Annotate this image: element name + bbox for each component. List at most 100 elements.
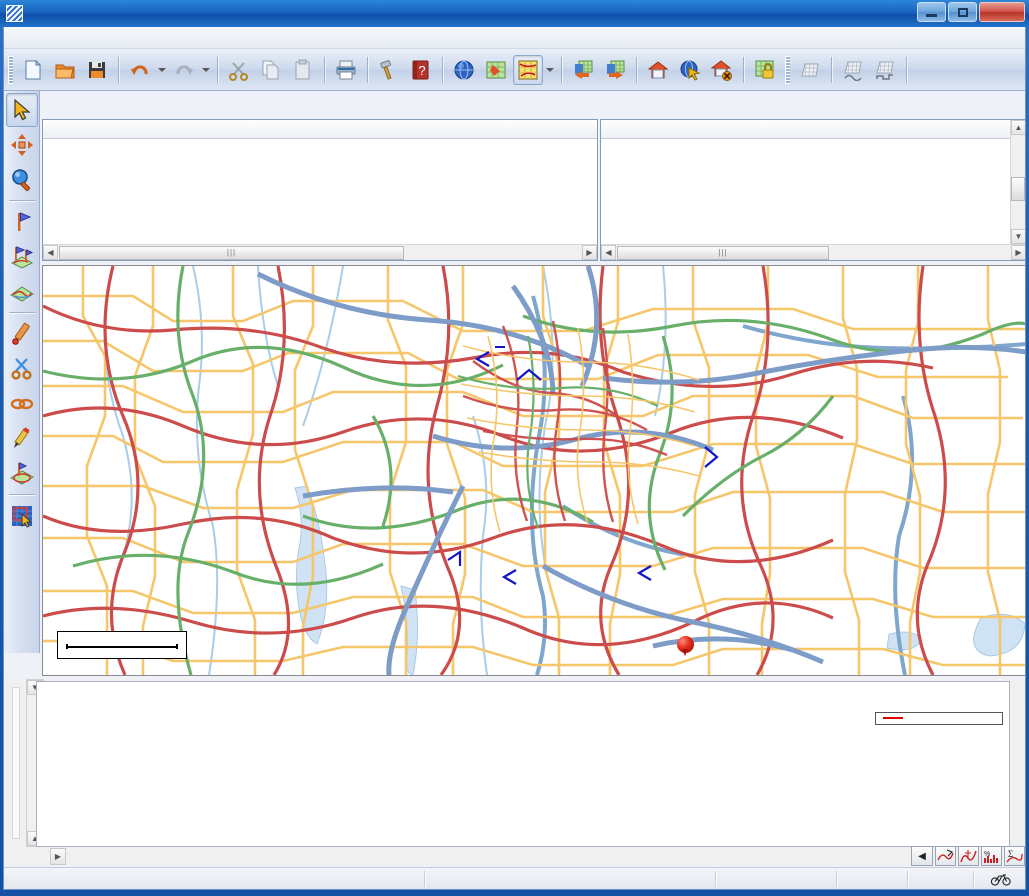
scroll-thumb[interactable]: ||| xyxy=(617,245,829,260)
left-toolbar xyxy=(4,91,40,653)
status-empty-1 xyxy=(837,869,907,889)
help-book-icon[interactable]: ? xyxy=(406,55,436,85)
status-bar xyxy=(4,867,1025,889)
profile-curve-icon[interactable] xyxy=(838,55,868,85)
scroll-thumb[interactable]: ||| xyxy=(59,245,404,260)
pan-move-icon[interactable] xyxy=(6,128,38,162)
svg-text:?: ? xyxy=(418,63,425,78)
status-scale xyxy=(716,869,836,889)
hammer-tools-icon[interactable] xyxy=(374,55,404,85)
collapse-arrow-button[interactable]: ◀ xyxy=(911,846,933,866)
window-controls xyxy=(917,2,1025,22)
undo-icon[interactable] xyxy=(125,55,155,85)
globe-icon[interactable] xyxy=(449,55,479,85)
project-tree-rows xyxy=(43,139,597,244)
sum-sigma-icon[interactable]: Σ xyxy=(1004,846,1025,866)
toolbar-grip-2[interactable] xyxy=(785,55,790,84)
status-activity[interactable] xyxy=(974,869,1025,889)
toolbar-separator xyxy=(442,56,443,83)
save-disk-icon[interactable] xyxy=(82,55,112,85)
copy-icon[interactable] xyxy=(256,55,286,85)
pencil-edit-icon[interactable] xyxy=(6,422,38,456)
toolbar-separator xyxy=(906,56,907,83)
scroll-left-arrow-icon[interactable]: ◀ xyxy=(601,245,616,260)
track-name-label xyxy=(495,346,505,348)
elevation-profile-icon[interactable] xyxy=(958,846,979,866)
redo-dropdown-arrow-icon[interactable] xyxy=(200,55,212,85)
map-canvas[interactable] xyxy=(43,266,1026,675)
map-tiles-icon[interactable] xyxy=(481,55,511,85)
flags-route-icon[interactable] xyxy=(6,240,38,274)
gradient-percent-icon[interactable]: % xyxy=(981,846,1002,866)
profile-step-icon[interactable] xyxy=(870,55,900,85)
toolbar-separator xyxy=(324,56,325,83)
redo-icon[interactable] xyxy=(169,55,199,85)
toolbar-separator xyxy=(636,56,637,83)
new-file-icon[interactable] xyxy=(18,55,48,85)
globe-cursor-icon[interactable] xyxy=(675,55,705,85)
map-view[interactable] xyxy=(42,265,1026,676)
undo-dropdown-arrow-icon[interactable] xyxy=(156,55,168,85)
status-map-info xyxy=(4,869,424,889)
toolbar-separator xyxy=(831,56,832,83)
main-toolbar: ? xyxy=(4,49,1025,91)
map-back-icon[interactable] xyxy=(568,55,598,85)
scroll-up-arrow-icon[interactable]: ▲ xyxy=(1011,120,1025,135)
scissors-split-icon[interactable] xyxy=(6,352,38,386)
status-empty-2 xyxy=(908,869,973,889)
project-tree-panel[interactable]: ◀ ||| ▶ xyxy=(42,119,598,261)
arrow-select-icon[interactable] xyxy=(5,93,38,127)
toolbar-grip[interactable] xyxy=(8,55,13,84)
maximize-button[interactable] xyxy=(948,2,977,22)
waypoint-table-header xyxy=(601,120,1012,139)
map-lock-icon[interactable] xyxy=(750,55,780,85)
map-position-pin-icon[interactable] xyxy=(677,636,694,656)
print-icon[interactable] xyxy=(331,55,361,85)
map-select-dropdown-arrow-icon[interactable] xyxy=(544,55,556,85)
waypoint-table-hscrollbar[interactable]: ◀ ||| ▶ xyxy=(601,244,1025,260)
smooth-curve-icon[interactable] xyxy=(935,846,956,866)
map-forward-icon[interactable] xyxy=(600,55,630,85)
chart-legend xyxy=(875,712,1003,725)
status-coordinates xyxy=(425,869,715,889)
scroll-right-arrow-icon[interactable]: ▶ xyxy=(582,245,597,260)
scroll-left-arrow-icon[interactable]: ◀ xyxy=(43,245,58,260)
magnifier-zoom-icon[interactable] xyxy=(6,163,38,197)
chain-join-icon[interactable] xyxy=(6,387,38,421)
waypoint-table-vscrollbar[interactable]: ▲ ▼ xyxy=(1010,120,1025,244)
eraser-icon[interactable] xyxy=(6,317,38,351)
left-toolbar-separator xyxy=(8,494,35,495)
map-vscroll-track[interactable] xyxy=(12,687,20,839)
track-map-icon[interactable] xyxy=(6,275,38,309)
paste-icon[interactable] xyxy=(288,55,318,85)
profile-plain-icon[interactable] xyxy=(795,55,825,85)
map-scale-bar xyxy=(57,631,187,659)
project-tree-hscrollbar[interactable]: ◀ ||| ▶ xyxy=(43,244,597,260)
scale-bar-line xyxy=(66,643,178,649)
scroll-right-arrow-icon[interactable]: ▶ xyxy=(1011,245,1025,260)
open-folder-icon[interactable] xyxy=(50,55,80,85)
project-tree-header xyxy=(43,120,597,139)
toolbar-separator xyxy=(561,56,562,83)
waypoint-table-rows xyxy=(601,139,1012,244)
legend-color-swatch xyxy=(883,717,903,719)
flag-track-map-icon[interactable] xyxy=(6,457,38,491)
scroll-thumb-vertical[interactable] xyxy=(1011,177,1025,201)
app-icon xyxy=(6,5,23,22)
left-toolbar-separator xyxy=(8,312,35,313)
waypoint-table-panel[interactable]: ▲ ▼ ◀ ||| ▶ xyxy=(600,119,1025,261)
elevation-hscroll-right-arrow-icon[interactable]: ▶ xyxy=(50,848,66,865)
toolbar-separator xyxy=(743,56,744,83)
elevation-chart[interactable] xyxy=(36,681,1010,847)
menu-bar xyxy=(4,27,1025,49)
map-select-icon[interactable] xyxy=(513,54,543,85)
flag-waypoint-icon[interactable] xyxy=(6,205,38,239)
bicycle-icon xyxy=(990,873,1011,886)
close-button[interactable] xyxy=(979,2,1025,22)
scroll-down-arrow-icon[interactable]: ▼ xyxy=(1011,229,1025,244)
home-delete-icon[interactable] xyxy=(707,55,737,85)
rect-select-icon[interactable] xyxy=(6,499,38,533)
cut-scissors-icon[interactable] xyxy=(224,55,254,85)
minimize-button[interactable] xyxy=(917,2,946,22)
home-icon[interactable] xyxy=(643,55,673,85)
